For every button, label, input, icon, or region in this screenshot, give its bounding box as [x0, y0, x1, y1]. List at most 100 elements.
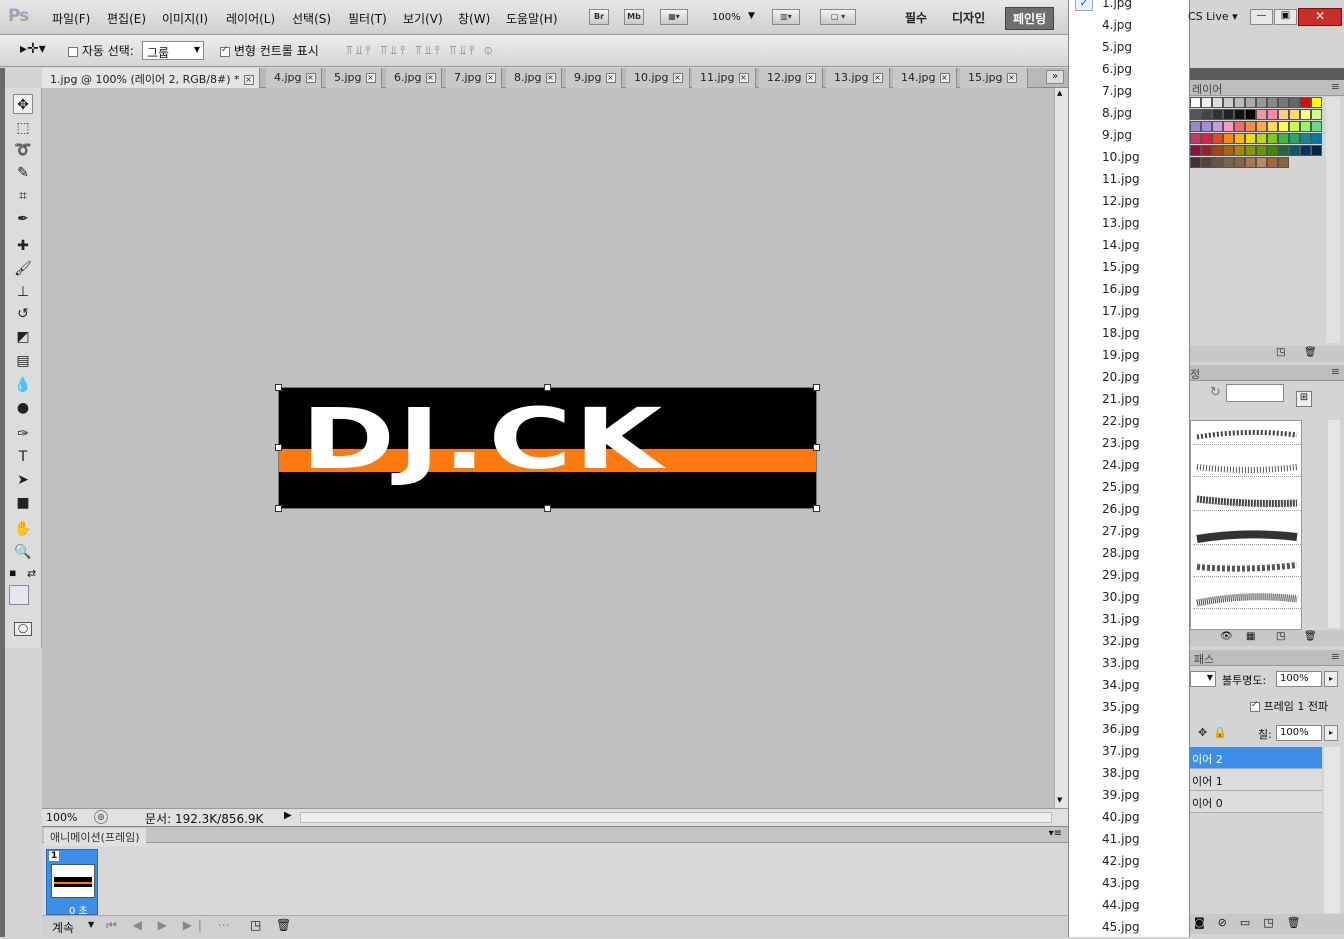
tab-animation[interactable]: 애니메이션(프레임)	[44, 828, 146, 846]
close-icon[interactable]: ×	[805, 73, 816, 83]
transform-controls-option[interactable]: 변형 컨트롤 표시	[220, 42, 319, 59]
color-swatch[interactable]	[1278, 133, 1289, 144]
window-menu-item[interactable]: 28.jpg	[1069, 543, 1189, 565]
zoom-level[interactable]: 100%	[712, 12, 741, 23]
color-swatch[interactable]	[1212, 133, 1223, 144]
tab-15-jpg[interactable]: 15.jpg ×	[960, 68, 1028, 88]
window-menu-item[interactable]: 32.jpg	[1069, 631, 1189, 653]
blend-mode-dropdown[interactable]: ▼	[1190, 671, 1216, 687]
screen-mode-button[interactable]: ▢ ▾	[820, 9, 856, 25]
transform-handle[interactable]	[544, 384, 551, 391]
color-swatch[interactable]	[1223, 121, 1234, 132]
align-buttons[interactable]: ⫪⫫⫯ ⫪⫫⫯ ⫪⫫⫯ ⫪⫫⫯ ⦶	[346, 43, 495, 58]
color-swatch[interactable]	[1234, 157, 1245, 168]
color-swatch[interactable]	[1267, 145, 1278, 156]
opacity-field[interactable]: 100%	[1276, 671, 1322, 687]
color-swatch[interactable]	[1267, 109, 1278, 120]
tab-6-jpg[interactable]: 6.jpg ×	[386, 68, 442, 88]
window-menu-item[interactable]: 19.jpg	[1069, 345, 1189, 367]
color-swatch[interactable]	[1278, 121, 1289, 132]
window-menu-item[interactable]: 9.jpg	[1069, 125, 1189, 147]
workspace-essentials[interactable]: 필수	[905, 9, 927, 26]
window-menu-item[interactable]: 7.jpg	[1069, 81, 1189, 103]
window-menu-item[interactable]: 44.jpg	[1069, 895, 1189, 917]
color-swatch[interactable]	[1300, 133, 1311, 144]
panel-menu-icon[interactable]: ≡	[1331, 650, 1340, 663]
delete-brush-icon[interactable]: 🗑	[1304, 631, 1317, 642]
layer-row-0[interactable]: 이어 0	[1190, 791, 1322, 813]
menu-file[interactable]: 파일(F)	[52, 10, 90, 27]
color-swatch[interactable]	[1311, 109, 1322, 120]
arrange-documents-button[interactable]: ▥▾	[772, 9, 800, 25]
tab-14-jpg[interactable]: 14.jpg ×	[893, 68, 957, 88]
color-swatch[interactable]	[1223, 97, 1234, 108]
panel-menu-icon[interactable]: ▾≡	[1049, 828, 1062, 839]
tab-7-jpg[interactable]: 7.jpg ×	[446, 68, 502, 88]
layers-scrollbar[interactable]	[1324, 747, 1340, 913]
fill-arrow-icon[interactable]: ▸	[1324, 725, 1338, 741]
close-icon[interactable]: ×	[872, 73, 883, 83]
tab-8-jpg[interactable]: 8.jpg ×	[506, 68, 562, 88]
opacity-arrow-icon[interactable]: ▸	[1324, 671, 1338, 687]
window-menu-item[interactable]: 45.jpg	[1069, 917, 1189, 939]
gradient-tool-icon[interactable]: ▤	[13, 351, 33, 371]
canvas-vertical-scrollbar[interactable]: ▲ ▼	[1054, 88, 1068, 808]
path-select-tool-icon[interactable]: ➤	[13, 470, 33, 490]
more-tabs-icon[interactable]: »	[1046, 70, 1064, 84]
window-menu-item[interactable]: 25.jpg	[1069, 477, 1189, 499]
color-swatch[interactable]	[1289, 109, 1300, 120]
color-swatch[interactable]	[1278, 145, 1289, 156]
window-menu-item[interactable]: 30.jpg	[1069, 587, 1189, 609]
zoom-field[interactable]: 100%	[46, 811, 77, 824]
tab-swatches-styles[interactable]: 레이어	[1192, 81, 1222, 97]
close-icon[interactable]: ×	[545, 73, 556, 83]
menu-view[interactable]: 보기(V)	[403, 10, 443, 27]
color-swatch[interactable]	[1212, 109, 1223, 120]
delete-frame-icon[interactable]: 🗑	[276, 918, 291, 932]
color-swatch[interactable]	[1267, 133, 1278, 144]
tab-12-jpg[interactable]: 12.jpg ×	[759, 68, 823, 88]
move-tool-icon[interactable]: ▸✛▾	[20, 41, 46, 57]
brush-tool-icon[interactable]: 🖌	[13, 259, 33, 279]
chevron-down-icon[interactable]: ▼	[88, 920, 94, 929]
new-swatch-icon[interactable]: ◳	[1276, 347, 1285, 358]
workspace-painting[interactable]: 페인팅	[1005, 7, 1055, 30]
auto-select-dropdown[interactable]: 그룹 ▼	[142, 41, 204, 60]
color-swatch[interactable]	[1256, 133, 1267, 144]
tab-10-jpg[interactable]: 10.jpg ×	[626, 68, 690, 88]
quick-select-tool-icon[interactable]: ✎	[13, 163, 33, 183]
minimize-window-button[interactable]: —	[1250, 9, 1273, 25]
window-menu-item[interactable]: 40.jpg	[1069, 807, 1189, 829]
menu-layer[interactable]: 레이어(L)	[226, 10, 275, 27]
window-menu-item[interactable]: 14.jpg	[1069, 235, 1189, 257]
menu-edit[interactable]: 편집(E)	[107, 10, 146, 27]
color-swatch[interactable]	[1212, 145, 1223, 156]
window-menu-item[interactable]: 8.jpg	[1069, 103, 1189, 125]
scroll-up-icon[interactable]: ▲	[1057, 89, 1062, 97]
color-swatch[interactable]	[1245, 157, 1256, 168]
layer-row-2[interactable]: 이어 2	[1190, 747, 1322, 769]
clone-stamp-tool-icon[interactable]: ⊥	[13, 282, 33, 302]
color-swatch[interactable]	[1311, 97, 1322, 108]
move-tool-icon[interactable]: ✥	[13, 94, 33, 114]
color-swatch[interactable]	[1201, 145, 1212, 156]
history-brush-tool-icon[interactable]: ↺	[13, 304, 33, 324]
color-swatch[interactable]	[1278, 97, 1289, 108]
color-swatch[interactable]	[1201, 157, 1212, 168]
cs-live-button[interactable]: CS Live ▾	[1188, 10, 1238, 23]
window-menu-item[interactable]: 23.jpg	[1069, 433, 1189, 455]
tab-paths[interactable]: 패스	[1194, 651, 1214, 667]
foreground-color-swatch[interactable]	[9, 585, 29, 605]
dodge-tool-icon[interactable]: ●	[13, 398, 33, 418]
transform-handle[interactable]	[813, 505, 820, 512]
type-tool-icon[interactable]: T	[13, 447, 33, 467]
color-swatch[interactable]	[1256, 157, 1267, 168]
tab-5-jpg[interactable]: 5.jpg ×	[326, 68, 382, 88]
window-menu-item[interactable]: 4.jpg	[1069, 15, 1189, 37]
color-swatch[interactable]	[1289, 145, 1300, 156]
color-swatch[interactable]	[1223, 133, 1234, 144]
menu-image[interactable]: 이미지(I)	[162, 10, 208, 27]
panel-menu-icon[interactable]: ≡	[1331, 80, 1340, 93]
color-swatch[interactable]	[1190, 121, 1201, 132]
minibridge-button[interactable]: Mb	[624, 9, 644, 25]
